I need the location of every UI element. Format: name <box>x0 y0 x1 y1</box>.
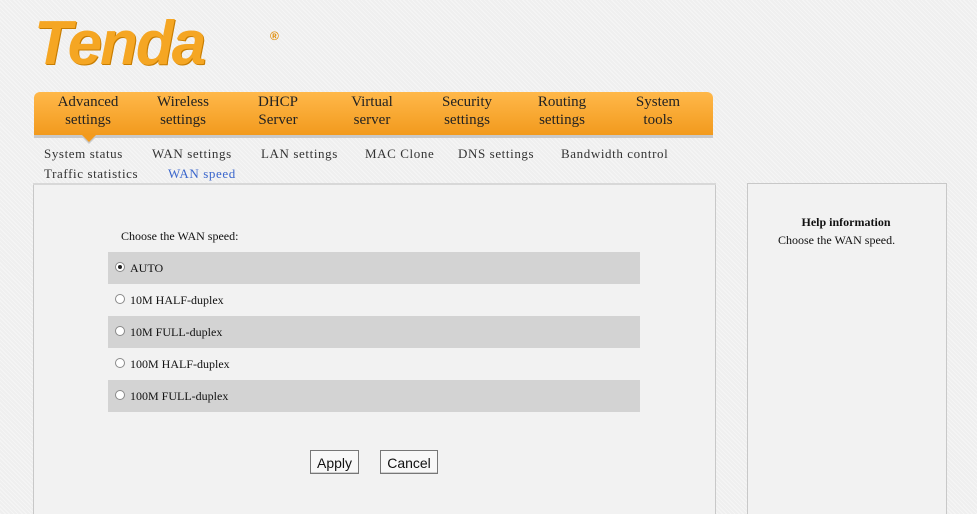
menu-label-line1: DHCP <box>257 94 298 110</box>
option-row-100m-half: 100M HALF-duplex <box>108 348 640 380</box>
radio-10m-half-duplex[interactable] <box>115 294 125 304</box>
menu-virtual-server[interactable]: Virtual server <box>324 92 420 135</box>
cancel-button[interactable]: Cancel <box>380 450 438 474</box>
menu-label-line1: Advanced <box>57 94 119 110</box>
option-label: AUTO <box>130 261 164 275</box>
logo-text: Tenda <box>34 9 206 78</box>
content-panel-top-border <box>33 183 716 185</box>
menu-label-line2: server <box>353 112 391 128</box>
menu-label-line2: Server <box>258 112 298 128</box>
submenu-dns-settings[interactable]: DNS settings <box>458 146 534 162</box>
option-label: 10M FULL-duplex <box>130 325 223 339</box>
apply-button[interactable]: Apply <box>310 450 359 474</box>
menu-label-line2: settings <box>65 112 111 128</box>
menu-system-tools[interactable]: System tools <box>610 92 706 135</box>
submenu-wan-settings[interactable]: WAN settings <box>152 146 232 162</box>
menu-label-line2: settings <box>160 112 206 128</box>
menu-dhcp-server[interactable]: DHCP Server <box>230 92 326 135</box>
option-label: 100M HALF-duplex <box>130 357 230 371</box>
menu-security-settings[interactable]: Security settings <box>419 92 515 135</box>
radio-100m-half-duplex[interactable] <box>115 358 125 368</box>
menu-label-line2: tools <box>643 112 673 128</box>
submenu-lan-settings[interactable]: LAN settings <box>261 146 338 162</box>
option-row-100m-full: 100M FULL-duplex <box>108 380 640 412</box>
option-row-10m-half: 10M HALF-duplex <box>108 284 640 316</box>
menu-label-line1: Wireless <box>157 94 209 110</box>
menu-label-line1: Security <box>442 94 492 110</box>
menu-label-line1: Virtual <box>351 94 393 110</box>
option-label: 100M FULL-duplex <box>130 389 229 403</box>
help-title: Help information <box>801 215 891 229</box>
radio-100m-full-duplex[interactable] <box>115 390 125 400</box>
radio-10m-full-duplex[interactable] <box>115 326 125 336</box>
registered-mark: ® <box>270 29 279 43</box>
menu-routing-settings[interactable]: Routing settings <box>514 92 610 135</box>
main-menu: Advanced settings Wireless settings DHCP… <box>34 92 713 138</box>
radio-auto[interactable] <box>115 262 125 272</box>
menu-label-line2: settings <box>444 112 490 128</box>
menu-label-line2: settings <box>539 112 585 128</box>
help-text: Choose the WAN speed. <box>778 233 896 247</box>
active-menu-pointer-inner <box>82 135 96 142</box>
submenu-traffic-statistics[interactable]: Traffic statistics <box>44 166 138 182</box>
menu-advanced-settings[interactable]: Advanced settings <box>40 92 136 135</box>
option-row-10m-full: 10M FULL-duplex <box>108 316 640 348</box>
submenu-wan-speed[interactable]: WAN speed <box>168 166 236 182</box>
tenda-logo: Tenda ® <box>34 13 294 75</box>
submenu-mac-clone[interactable]: MAC Clone <box>365 146 434 162</box>
option-label: 10M HALF-duplex <box>130 293 224 307</box>
submenu-system-status[interactable]: System status <box>44 146 123 162</box>
menu-wireless-settings[interactable]: Wireless settings <box>135 92 231 135</box>
choose-wan-speed-label: Choose the WAN speed: <box>121 229 239 243</box>
menu-label-line1: Routing <box>537 94 587 110</box>
submenu-bandwidth-control[interactable]: Bandwidth control <box>561 146 668 162</box>
menu-label-line1: System <box>635 94 681 110</box>
option-row-auto: AUTO <box>108 252 640 284</box>
